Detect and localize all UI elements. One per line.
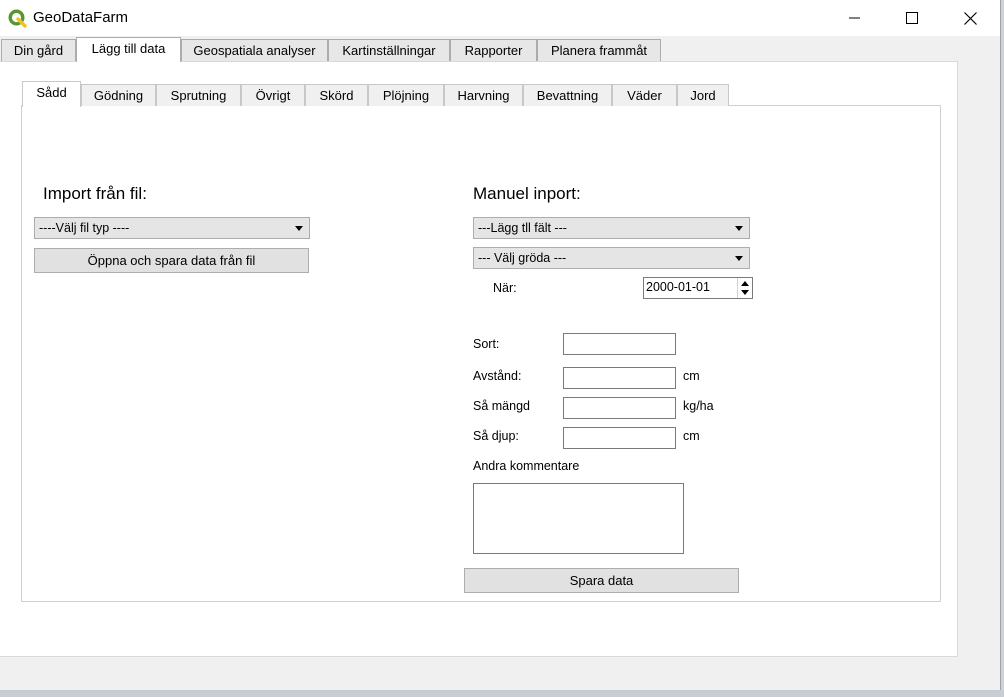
tab-geospatiala-analyser[interactable]: Geospatiala analyser [181,39,328,61]
chevron-down-icon [295,226,303,231]
tab-sprutning[interactable]: Sprutning [156,84,241,106]
tab-din-gard[interactable]: Din gård [1,39,76,61]
maximize-button[interactable] [889,0,935,36]
depth-label: Så djup: [473,429,519,443]
taskbar-edge [0,690,1004,697]
maximize-icon [906,12,918,24]
close-icon [963,11,977,25]
field-select-value: ---Lägg tll fält --- [478,221,567,235]
window-title: GeoDataFarm [33,9,129,26]
tab-godning[interactable]: Gödning [81,84,156,106]
tab-harvning[interactable]: Harvning [444,84,523,106]
comments-textarea[interactable] [473,483,684,554]
amount-unit: kg/ha [683,399,714,413]
tab-rapporter[interactable]: Rapporter [450,39,537,61]
date-spinner[interactable] [737,278,752,298]
date-input[interactable]: 2000-01-01 [643,277,753,299]
tab-lagg-till-data[interactable]: Lägg till data [76,37,181,62]
minimize-icon [849,17,860,19]
chevron-down-icon [735,256,743,261]
sort-label: Sort: [473,337,500,351]
tab-ovrigt[interactable]: Övrigt [241,84,305,106]
file-type-select[interactable]: ----Välj fil typ ---- [34,217,310,239]
tab-bevattning[interactable]: Bevattning [523,84,612,106]
file-type-select-value: ----Välj fil typ ---- [39,221,130,235]
qgis-logo-icon [8,9,27,28]
tab-jord[interactable]: Jord [677,84,729,106]
depth-input[interactable] [563,427,676,449]
distance-label: Avstånd: [473,369,522,383]
depth-unit: cm [683,429,700,443]
spin-down-icon[interactable] [741,290,749,295]
minimize-button[interactable] [832,0,878,36]
spin-up-icon[interactable] [741,281,749,286]
field-select[interactable]: ---Lägg tll fält --- [473,217,750,239]
distance-input[interactable] [563,367,676,389]
close-button[interactable] [947,0,993,36]
chevron-down-icon [735,226,743,231]
sort-input[interactable] [563,333,676,355]
tab-plojning[interactable]: Plöjning [368,84,444,106]
import-section-title: Import från fil: [43,184,147,203]
manual-section-title: Manuel inport: [473,184,581,203]
tab-kartinstallningar[interactable]: Kartinställningar [328,39,450,61]
tab-vader[interactable]: Väder [612,84,677,106]
amount-label: Så mängd [473,399,530,413]
crop-select-value: --- Välj gröda --- [478,251,567,265]
when-label: När: [493,281,517,295]
tab-sadd[interactable]: Sådd [22,81,81,107]
date-value: 2000-01-01 [646,280,710,294]
crop-select[interactable]: --- Välj gröda --- [473,247,750,269]
open-save-file-button[interactable]: Öppna och spara data från fil [34,248,309,273]
distance-unit: cm [683,369,700,383]
window-edge [1000,0,1004,697]
save-data-button[interactable]: Spara data [464,568,739,593]
tab-planera-frammat[interactable]: Planera frammåt [537,39,661,61]
comments-label: Andra kommentare [473,459,580,473]
tab-skord[interactable]: Skörd [305,84,368,106]
amount-input[interactable] [563,397,676,419]
